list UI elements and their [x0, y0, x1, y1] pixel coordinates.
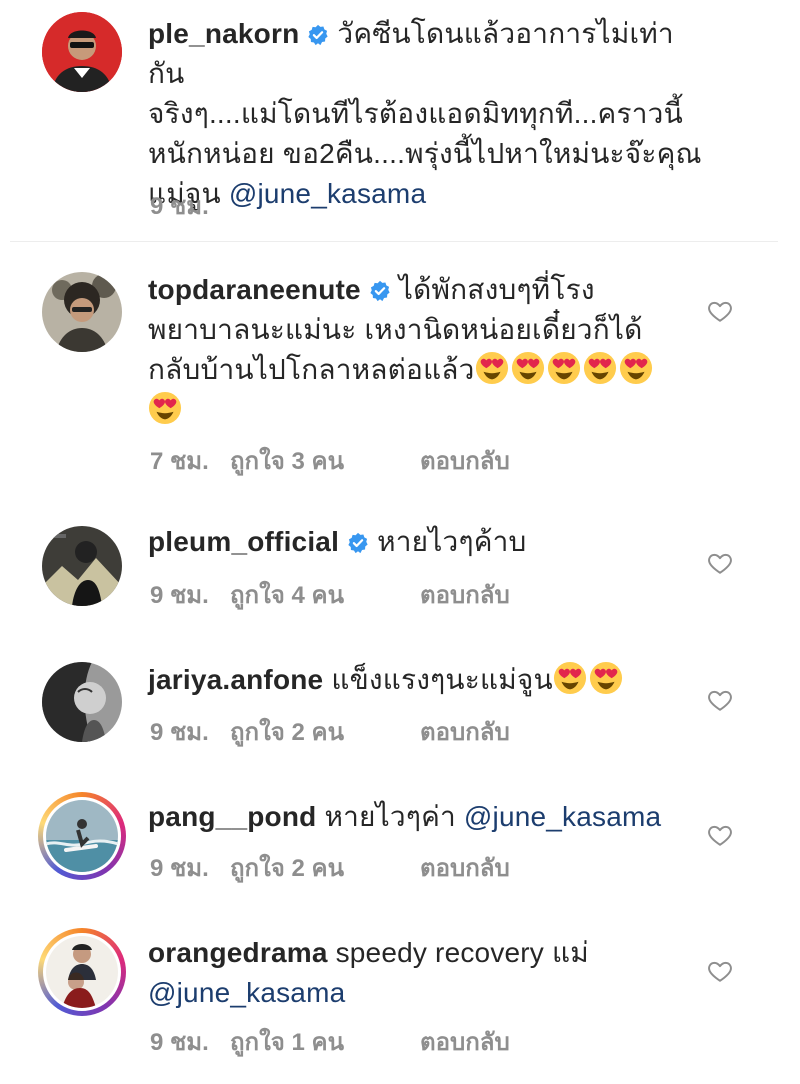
comment-text: pleum_official หายไวๆค้าบ [148, 522, 708, 562]
comment-body: หายไวๆค่า [324, 801, 464, 832]
comment-meta: 9 ชม. ถูกใจ 2 คน ตอบกลับ [150, 712, 510, 751]
comment-time: 9 ชม. [150, 193, 209, 220]
comment-body: แข็งแรงๆนะแม่จูน [331, 664, 553, 695]
heart-eyes-emoji [148, 391, 182, 425]
reply-button[interactable]: ตอบกลับ [420, 848, 510, 887]
avatar[interactable] [38, 928, 126, 1016]
like-count[interactable]: ถูกใจ 2 คน [230, 712, 420, 751]
reply-button[interactable]: ตอบกลับ [420, 441, 510, 480]
heart-eyes-emoji [583, 351, 617, 385]
comment-meta: 9 ชม. ถูกใจ 2 คน ตอบกลับ [150, 848, 510, 887]
verified-badge-icon [347, 532, 369, 554]
comment-body: หายไวๆค้าบ [377, 526, 527, 557]
heart-outline-icon[interactable] [707, 298, 733, 324]
username[interactable]: topdaraneenute [148, 274, 361, 305]
comment-meta: 9 ชม. [150, 186, 230, 225]
heart-eyes-emoji [475, 351, 509, 385]
avatar[interactable] [42, 272, 122, 352]
comment-body-line: จริงๆ....แม่โดนทีไรต้องแอดมิททุกที...ครา… [148, 98, 683, 129]
comment-time: 7 ชม. [150, 448, 209, 475]
heart-eyes-emoji [553, 661, 587, 695]
comment-text: orangedrama speedy recovery แม่ @june_ka… [148, 933, 708, 1013]
like-count[interactable]: ถูกใจ 2 คน [230, 848, 420, 887]
like-count[interactable]: ถูกใจ 1 คน [230, 1022, 420, 1061]
heart-outline-icon[interactable] [707, 687, 733, 713]
comment-body-line: กลับบ้านไปโกลาหลต่อแล้ว [148, 354, 475, 385]
reply-button[interactable]: ตอบกลับ [420, 1022, 510, 1061]
like-count[interactable]: ถูกใจ 4 คน [230, 575, 420, 614]
username[interactable]: ple_nakorn [148, 18, 299, 49]
username[interactable]: orangedrama [148, 937, 328, 968]
comment-time: 9 ชม. [150, 855, 209, 882]
comment-text: topdaraneenute ได้พักสงบๆที่โรง พยาบาลนะแ… [148, 270, 708, 430]
mention-link[interactable]: @june_kasama [148, 977, 345, 1008]
divider [10, 241, 778, 242]
comment-meta: 9 ชม. ถูกใจ 1 คน ตอบกลับ [150, 1022, 510, 1061]
comment-body-line: พยาบาลนะแม่นะ เหงานิดหน่อยเดี๋ยวก็ได้ [148, 314, 643, 345]
comment-text: jariya.anfone แข็งแรงๆนะแม่จูน [148, 660, 708, 700]
comment-body: speedy recovery แม่ [335, 937, 589, 968]
avatar[interactable] [42, 526, 122, 606]
comment-body-line: ได้พักสงบๆที่โรง [398, 274, 595, 305]
username[interactable]: pang__pond [148, 801, 316, 832]
avatar[interactable] [42, 662, 122, 742]
heart-eyes-emoji [511, 351, 545, 385]
like-count[interactable]: ถูกใจ 3 คน [230, 441, 420, 480]
verified-badge-icon [307, 24, 329, 46]
username[interactable]: jariya.anfone [148, 664, 323, 695]
mention-link[interactable]: @june_kasama [464, 801, 661, 832]
comment-text: pang__pond หายไวๆค่า @june_kasama [148, 797, 708, 837]
mention-link[interactable]: @june_kasama [229, 178, 426, 209]
reply-button[interactable]: ตอบกลับ [420, 575, 510, 614]
heart-outline-icon[interactable] [707, 958, 733, 984]
avatar[interactable] [42, 12, 122, 92]
comment-time: 9 ชม. [150, 1029, 209, 1056]
comment-body-line: หนักหน่อย ขอ2คืน....พรุ่งนี้ไปหาใหม่นะจ๊… [148, 138, 702, 169]
heart-eyes-emoji [619, 351, 653, 385]
verified-badge-icon [369, 280, 391, 302]
comment-time: 9 ชม. [150, 582, 209, 609]
heart-eyes-emoji [589, 661, 623, 695]
comment-meta: 7 ชม. ถูกใจ 3 คน ตอบกลับ [150, 441, 510, 480]
heart-eyes-emoji [547, 351, 581, 385]
comment-meta: 9 ชม. ถูกใจ 4 คน ตอบกลับ [150, 575, 510, 614]
username[interactable]: pleum_official [148, 526, 339, 557]
reply-button[interactable]: ตอบกลับ [420, 712, 510, 751]
comment-text: ple_nakorn วัคซีนโดนแล้วอาการไม่เท่ากัน จ… [148, 14, 708, 214]
comment-time: 9 ชม. [150, 719, 209, 746]
heart-outline-icon[interactable] [707, 822, 733, 848]
heart-outline-icon[interactable] [707, 550, 733, 576]
avatar[interactable] [38, 792, 126, 880]
